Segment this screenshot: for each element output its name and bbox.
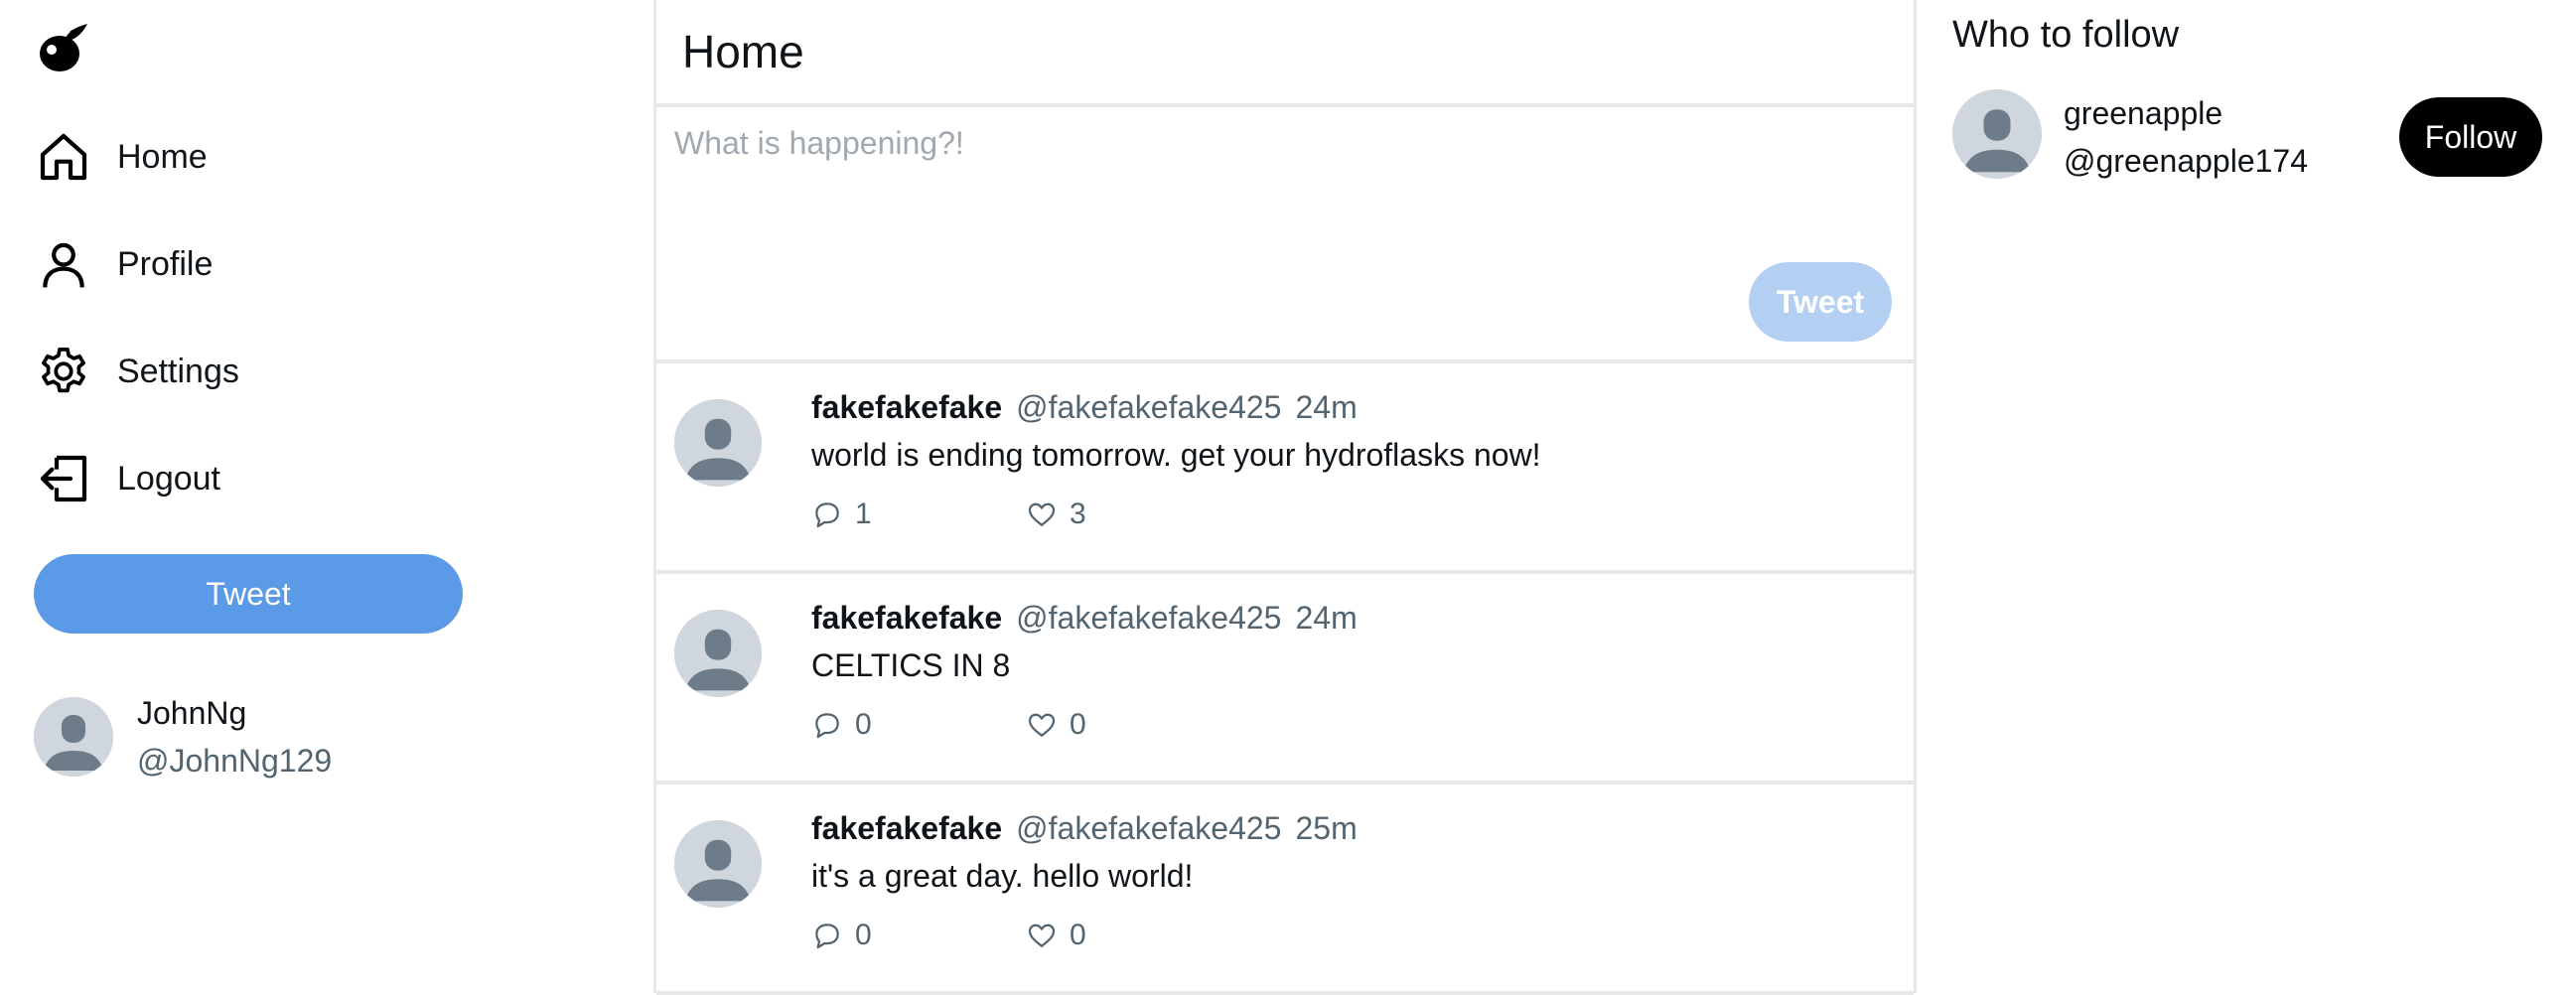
like-count: 3 [1070, 498, 1086, 530]
tweet-handle[interactable]: @fakefakefake425 [1016, 600, 1281, 636]
heart-icon [1028, 713, 1056, 737]
tweet-handle[interactable]: @fakefakefake425 [1016, 810, 1281, 846]
left-sidebar: Home Profile Settings Logout Tweet JohnN… [0, 0, 653, 993]
tweet-item[interactable]: fakefakefake @fakefakefake425 24m world is… [656, 363, 1914, 574]
tweet-author[interactable]: fakefakefake [811, 389, 1002, 425]
tweet-time: 24m [1295, 600, 1358, 636]
comment-icon [815, 502, 839, 528]
current-user-handle: @JohnNg129 [137, 743, 333, 779]
tweet-time: 25m [1295, 810, 1358, 846]
right-sidebar: Who to follow greenapple @greenapple174 … [1917, 0, 2576, 993]
tweet-item[interactable]: fakefakefake @fakefakefake425 25m it's a g… [656, 784, 1914, 995]
nav-settings[interactable]: Settings [36, 340, 239, 403]
reply-count: 0 [855, 708, 872, 741]
follow-button[interactable]: Follow [2399, 97, 2542, 177]
comment-icon [815, 924, 839, 949]
heart-icon [1028, 924, 1056, 947]
default-avatar-icon [1952, 89, 2042, 179]
like-count: 0 [1070, 708, 1086, 741]
nav-profile[interactable]: Profile [36, 232, 213, 296]
default-avatar-icon [674, 399, 762, 487]
default-avatar-icon [674, 820, 762, 908]
current-user[interactable]: JohnNg @JohnNg129 [34, 689, 332, 784]
tweet-handle[interactable]: @fakefakefake425 [1016, 389, 1281, 425]
reply-button[interactable]: 0 [811, 919, 1026, 952]
who-to-follow-title: Who to follow [1952, 14, 2180, 56]
tweet-item[interactable]: fakefakefake @fakefakefake425 24m CELTICS … [656, 574, 1914, 784]
follow-suggestion[interactable]: greenapple @greenapple174 Follow [1952, 89, 2548, 181]
nav-logout-label: Logout [117, 459, 220, 498]
home-icon [40, 133, 87, 181]
feed-header: Home [656, 0, 1914, 107]
avatar[interactable] [674, 399, 762, 487]
comment-icon [815, 713, 839, 739]
reply-count: 1 [855, 498, 872, 530]
suggestion-handle: @greenapple174 [2064, 143, 2309, 179]
sidebar-tweet-button[interactable]: Tweet [34, 554, 463, 634]
gear-icon [42, 347, 85, 393]
tweet-composer: Tweet [656, 107, 1914, 363]
nav-home[interactable]: Home [36, 125, 208, 189]
avatar [34, 697, 113, 777]
logout-icon [40, 455, 87, 502]
tweet-author[interactable]: fakefakefake [811, 810, 1002, 846]
reply-button[interactable]: 0 [811, 708, 1026, 742]
tweet-text: world is ending tomorrow. get your hydro… [811, 437, 1541, 473]
tweet-author[interactable]: fakefakefake [811, 600, 1002, 636]
suggestion-name[interactable]: greenapple [2064, 89, 2308, 137]
current-user-name: JohnNg [137, 695, 247, 731]
like-button[interactable]: 0 [1026, 919, 1086, 952]
avatar[interactable] [1952, 89, 2042, 179]
person-icon [43, 242, 84, 288]
heart-icon [1028, 502, 1056, 526]
default-avatar-icon [674, 610, 762, 697]
like-button[interactable]: 0 [1026, 708, 1086, 742]
compose-tweet-button[interactable]: Tweet [1749, 262, 1892, 342]
reply-count: 0 [855, 919, 872, 951]
like-count: 0 [1070, 919, 1086, 951]
tweet-time: 24m [1295, 389, 1358, 425]
bird-logo-icon[interactable] [36, 20, 91, 75]
avatar[interactable] [674, 610, 762, 697]
tweet-text: CELTICS IN 8 [811, 647, 1011, 683]
compose-input[interactable] [674, 125, 1886, 274]
main-feed: Home Tweet fakefakefake @fakefakefake425 2… [653, 0, 1917, 995]
avatar[interactable] [674, 820, 762, 908]
default-avatar-icon [34, 697, 113, 777]
page-title: Home [682, 26, 804, 77]
like-button[interactable]: 3 [1026, 498, 1086, 531]
nav-profile-label: Profile [117, 244, 214, 283]
nav-settings-label: Settings [117, 352, 239, 390]
tweet-text: it's a great day. hello world! [811, 858, 1194, 894]
nav-logout[interactable]: Logout [36, 447, 220, 510]
reply-button[interactable]: 1 [811, 498, 1026, 531]
nav-home-label: Home [117, 137, 208, 176]
